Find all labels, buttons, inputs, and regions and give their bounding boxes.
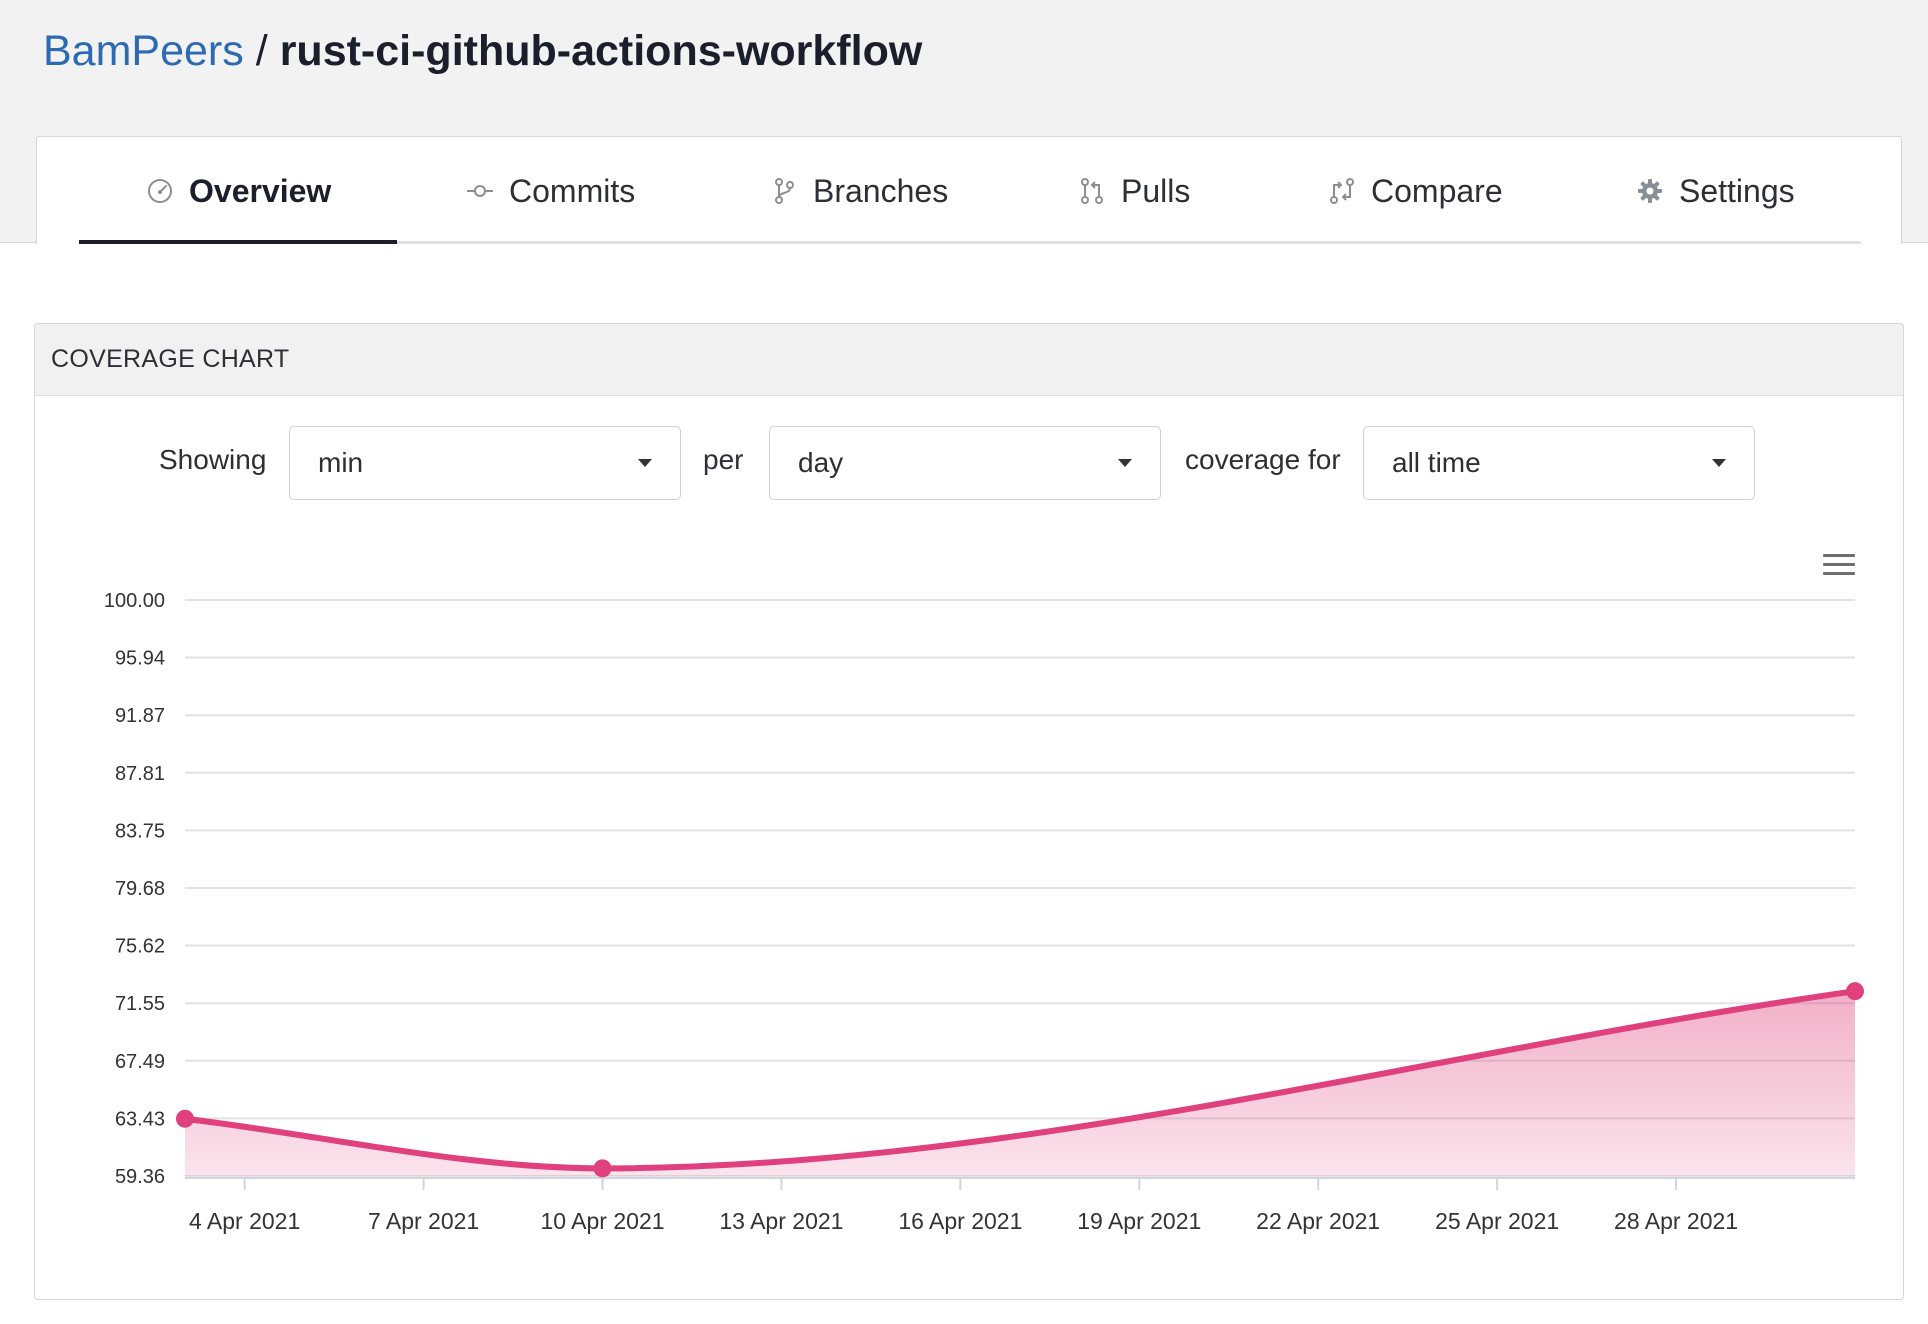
x-tick-label: 13 Apr 2021 xyxy=(719,1208,843,1234)
pull-request-icon xyxy=(1077,176,1107,206)
gauge-icon xyxy=(145,176,175,206)
coverage-chart-card: COVERAGE CHART Showing min per day cover… xyxy=(34,323,1904,1300)
tab-label: Settings xyxy=(1679,172,1795,209)
tab-compare[interactable]: Compare xyxy=(1327,161,1503,221)
y-tick-label: 100.00 xyxy=(104,590,165,612)
tab-branches[interactable]: Branches xyxy=(769,161,948,221)
x-tick-label: 10 Apr 2021 xyxy=(540,1208,664,1234)
coverage-data-point xyxy=(593,1159,612,1178)
commit-icon xyxy=(465,176,495,206)
tab-bar: Overview Commits Branches Pulls Compare … xyxy=(36,136,1902,244)
y-tick-label: 67.49 xyxy=(115,1051,165,1073)
x-tick-label: 28 Apr 2021 xyxy=(1614,1208,1738,1234)
coverage-chart: 100.00 95.94 91.87 87.81 83.75 79.68 75.62 71.5… xyxy=(104,590,1864,1234)
y-tick-label: 75.62 xyxy=(115,936,165,958)
y-tick-label: 71.55 xyxy=(115,993,165,1015)
coverage-data-point xyxy=(1846,982,1864,1001)
x-tick-label: 16 Apr 2021 xyxy=(898,1208,1022,1234)
tab-settings[interactable]: Settings xyxy=(1635,161,1795,221)
breadcrumb: BamPeers / rust-ci-github-actions-workflow xyxy=(43,22,922,80)
gear-icon xyxy=(1635,176,1665,206)
tab-pulls[interactable]: Pulls xyxy=(1077,161,1190,221)
y-tick-label: 95.94 xyxy=(115,648,165,670)
x-tick-label: 7 Apr 2021 xyxy=(368,1208,479,1234)
breadcrumb-separator: / xyxy=(255,27,268,75)
x-tick-label: 25 Apr 2021 xyxy=(1435,1208,1559,1234)
breadcrumb-owner-link[interactable]: BamPeers xyxy=(43,27,244,75)
x-tick-label: 4 Apr 2021 xyxy=(189,1208,300,1234)
breadcrumb-repo-name: rust-ci-github-actions-workflow xyxy=(279,27,923,75)
tab-overview[interactable]: Overview xyxy=(145,161,331,221)
tab-label: Overview xyxy=(189,172,332,209)
y-tick-label: 63.43 xyxy=(115,1108,165,1130)
tab-label: Commits xyxy=(509,172,636,209)
active-tab-indicator xyxy=(79,240,397,244)
tab-label: Branches xyxy=(813,172,949,209)
y-tick-label: 83.75 xyxy=(115,820,165,842)
compare-icon xyxy=(1327,176,1357,206)
x-tick-label: 19 Apr 2021 xyxy=(1077,1208,1201,1234)
coverage-data-point xyxy=(176,1109,194,1128)
y-tick-label: 87.81 xyxy=(115,763,165,785)
tab-label: Compare xyxy=(1371,172,1503,209)
y-tick-label: 59.36 xyxy=(115,1166,165,1188)
x-tick-label: 22 Apr 2021 xyxy=(1256,1208,1380,1234)
coverage-area-fill xyxy=(185,991,1855,1176)
y-tick-label: 79.68 xyxy=(115,878,165,900)
branch-icon xyxy=(769,176,799,206)
tab-label: Pulls xyxy=(1121,172,1191,209)
tab-commits[interactable]: Commits xyxy=(465,161,635,221)
y-tick-label: 91.87 xyxy=(115,705,165,727)
